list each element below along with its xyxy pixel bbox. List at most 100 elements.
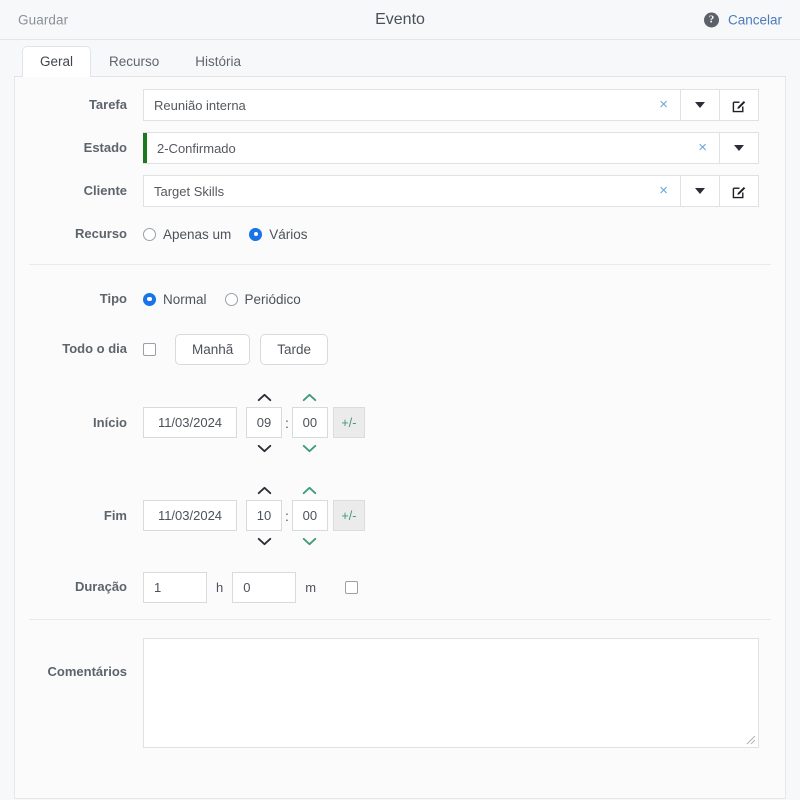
field-row-tipo: Tipo Normal Periódico [15,283,785,315]
chevron-down-icon [257,444,272,453]
recurso-radio-group: Apenas um Vários [143,227,326,242]
button-manha[interactable]: Manhã [175,334,250,365]
duracao-minutes-input[interactable]: 0 [232,572,296,603]
duracao-hours-input[interactable]: 1 [143,572,207,603]
inicio-datetime-picker: 11/03/2024 09 [143,387,365,458]
fim-datetime-picker: 11/03/2024 10 [143,480,365,551]
edit-pencil-icon [732,98,747,113]
inicio-minute-input[interactable]: 00 [292,407,328,438]
chevron-down-icon [695,102,705,108]
label-todo-o-dia: Todo o dia [15,341,143,357]
field-row-cliente: Cliente Target Skills × [15,175,785,207]
tab-historia[interactable]: História [177,46,259,78]
field-row-todo-o-dia: Todo o dia Manhã Tarde [15,333,785,365]
fim-date-input[interactable]: 11/03/2024 [143,500,237,531]
tab-bar: Geral Recurso História [0,40,800,76]
cliente-edit-button[interactable] [720,175,759,207]
tipo-option-normal[interactable]: Normal [143,292,207,307]
fim-minute-down-button[interactable] [292,531,328,551]
fim-hour-input[interactable]: 10 [246,500,282,531]
radio-label-normal: Normal [163,292,207,307]
duracao-hours-unit: h [207,580,232,595]
inicio-minute-down-button[interactable] [292,438,328,458]
fim-hour-up-button[interactable] [246,480,282,500]
estado-value: 2-Confirmado [157,141,692,156]
cliente-dropdown-button[interactable] [681,175,720,207]
field-row-fim: Fim 11/03/2024 10 [15,480,785,551]
inicio-hour-input[interactable]: 09 [246,407,282,438]
section-divider-1 [29,264,771,265]
chevron-up-icon [302,393,317,402]
label-comentarios: Comentários [15,638,143,680]
field-row-duracao: Duração 1 h 0 m [15,571,785,603]
inicio-plusminus-button[interactable]: +/- [333,407,365,438]
radio-apenas-um[interactable] [143,228,156,241]
resize-grip-icon [746,735,756,745]
field-row-recurso: Recurso Apenas um Vários [15,218,785,250]
button-tarde[interactable]: Tarde [260,334,328,365]
field-row-inicio: Início 11/03/2024 09 [15,387,785,458]
field-row-tarefa: Tarefa Reunião interna × [15,89,785,121]
tab-recurso[interactable]: Recurso [91,46,177,78]
chevron-down-icon [695,188,705,194]
duracao-minutes-unit: m [296,580,325,595]
edit-pencil-icon [732,184,747,199]
inicio-minute-up-button[interactable] [292,387,328,407]
fim-minute-spinner: 00 [292,480,328,551]
recurso-option-apenas-um[interactable]: Apenas um [143,227,231,242]
radio-label-apenas-um: Apenas um [163,227,231,242]
field-row-estado: Estado 2-Confirmado × [15,132,785,164]
radio-varios[interactable] [249,228,262,241]
label-duracao: Duração [15,579,143,595]
fim-hour-spinner: 10 [246,480,282,551]
label-inicio: Início [15,415,143,431]
cliente-clear-icon[interactable]: × [653,183,670,200]
inicio-hour-up-button[interactable] [246,387,282,407]
estado-input[interactable]: 2-Confirmado × [143,132,720,164]
tarefa-value: Reunião interna [154,98,653,113]
fim-plusminus-button[interactable]: +/- [333,500,365,531]
event-form-panel: Tarefa Reunião interna × [14,76,786,799]
estado-status-accent-bar [143,133,147,163]
radio-label-varios: Vários [269,227,307,242]
chevron-down-icon [734,145,744,151]
tarefa-dropdown-button[interactable] [681,89,720,121]
radio-periodico[interactable] [225,293,238,306]
checkbox-duracao-lock[interactable] [345,581,358,594]
comentarios-textarea[interactable] [143,638,759,748]
radio-normal[interactable] [143,293,156,306]
fim-minute-up-button[interactable] [292,480,328,500]
inicio-hour-spinner: 09 [246,387,282,458]
label-cliente: Cliente [15,183,143,199]
tarefa-input[interactable]: Reunião interna × [143,89,681,121]
tarefa-clear-icon[interactable]: × [653,97,670,114]
chevron-up-icon [257,486,272,495]
estado-combo: 2-Confirmado × [143,132,759,164]
label-fim: Fim [15,508,143,524]
cancel-button[interactable]: Cancelar [728,12,782,27]
top-bar: Guardar Evento ? Cancelar [0,0,800,40]
tab-geral[interactable]: Geral [22,46,91,78]
label-tarefa: Tarefa [15,97,143,113]
recurso-option-varios[interactable]: Vários [249,227,307,242]
inicio-minute-spinner: 00 [292,387,328,458]
label-tipo: Tipo [15,291,143,307]
estado-clear-icon[interactable]: × [692,140,709,157]
fim-time-separator: : [282,508,292,524]
tarefa-combo: Reunião interna × [143,89,759,121]
cliente-input[interactable]: Target Skills × [143,175,681,207]
help-circle-icon[interactable]: ? [704,12,719,27]
cliente-combo: Target Skills × [143,175,759,207]
inicio-date-input[interactable]: 11/03/2024 [143,407,237,438]
inicio-hour-down-button[interactable] [246,438,282,458]
fim-hour-down-button[interactable] [246,531,282,551]
estado-dropdown-button[interactable] [720,132,759,164]
checkbox-todo-o-dia[interactable] [143,343,156,356]
chevron-up-icon [302,486,317,495]
label-estado: Estado [15,140,143,156]
chevron-down-icon [302,444,317,453]
tarefa-edit-button[interactable] [720,89,759,121]
fim-minute-input[interactable]: 00 [292,500,328,531]
tipo-option-periodico[interactable]: Periódico [225,292,301,307]
chevron-down-icon [302,537,317,546]
